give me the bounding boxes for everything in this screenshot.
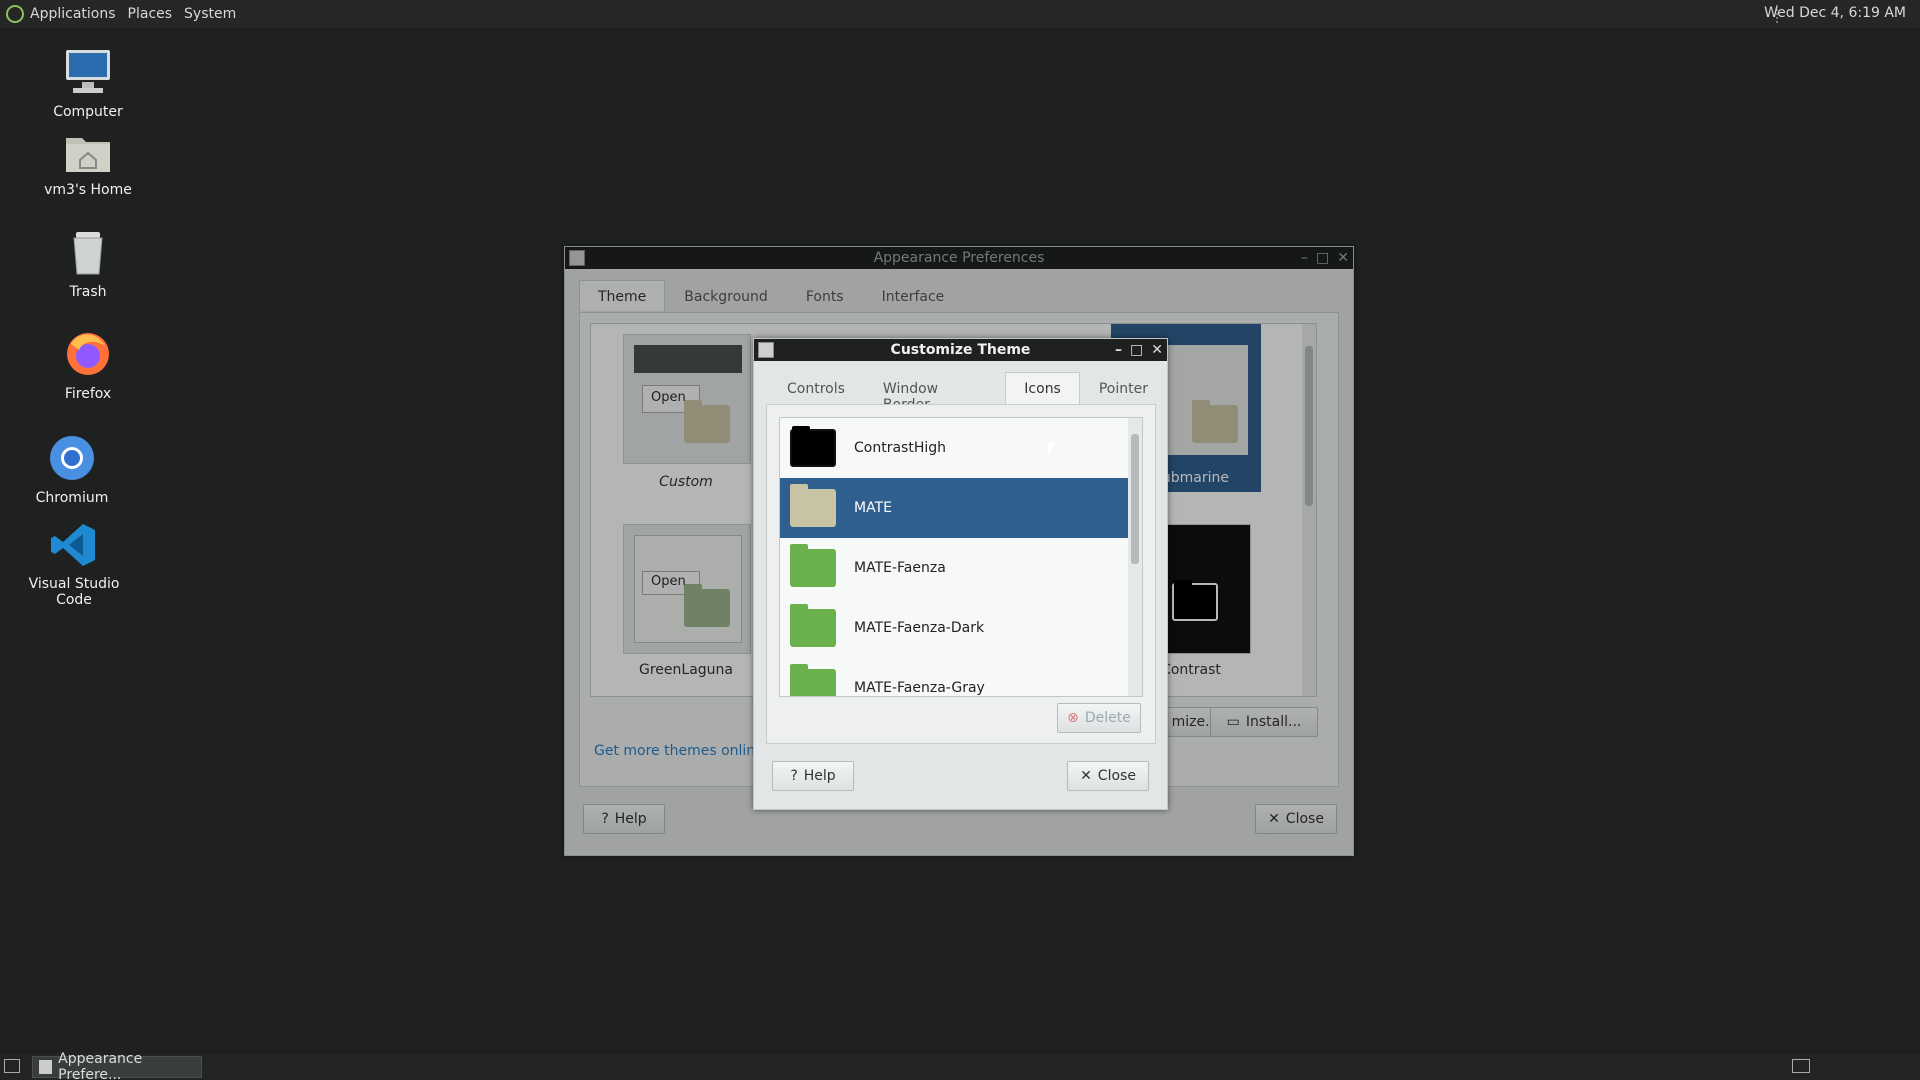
trash-icon: [73, 232, 103, 275]
firefox-icon: [67, 333, 109, 375]
delete-label: Delete: [1084, 710, 1131, 726]
places-menu[interactable]: Places: [122, 6, 179, 22]
icon-theme-list: ContrastHigh MATE MATE-Faenza MATE-Faenz…: [779, 417, 1143, 697]
list-scrollbar[interactable]: [1128, 418, 1142, 696]
mate-menu-icon[interactable]: [6, 5, 24, 23]
desktop-icon-label: Visual Studio Code: [28, 576, 120, 608]
workspace-switcher-icon[interactable]: [1792, 1059, 1810, 1073]
list-item-label: MATE-Faenza-Gray: [854, 680, 985, 696]
get-more-themes-link[interactable]: Get more themes online: [594, 743, 764, 759]
close-icon: ✕: [1080, 768, 1092, 784]
delete-button[interactable]: ⊗ Delete: [1057, 703, 1141, 733]
show-desktop-icon[interactable]: [4, 1059, 20, 1073]
list-item-contrasthigh[interactable]: ContrastHigh: [780, 418, 1142, 478]
theme-thumb-greenlaguna[interactable]: Open: [623, 524, 751, 654]
close-label: Close: [1285, 811, 1324, 827]
applications-menu[interactable]: Applications: [24, 6, 122, 22]
folder-icon: [790, 484, 836, 527]
list-item-mate-faenza[interactable]: MATE-Faenza: [780, 538, 1142, 598]
dialog-title: Customize Theme: [890, 342, 1031, 358]
home-folder-icon: [66, 138, 110, 172]
desktop-icon-trash[interactable]: Trash: [33, 230, 143, 300]
tab-interface[interactable]: Interface: [863, 280, 964, 311]
list-item-mate-faenza-gray[interactable]: MATE-Faenza-Gray: [780, 658, 1142, 696]
close-icon: ✕: [1268, 811, 1280, 827]
dialog-close-button[interactable]: ✕ Close: [1067, 761, 1149, 791]
desktop-icon-label: Computer: [53, 104, 123, 120]
close-button[interactable]: ✕ Close: [1255, 804, 1337, 834]
mouse-pointer: [1048, 442, 1056, 456]
customize-theme-dialog: Customize Theme –□✕ Controls Window Bord…: [753, 338, 1168, 810]
desktop-icon-label: Firefox: [64, 386, 112, 402]
help-label: Help: [614, 811, 647, 827]
close-icon[interactable]: ✕: [1337, 247, 1349, 269]
desktop-icon-chromium[interactable]: Chromium: [17, 434, 127, 506]
dialog-app-icon: [758, 342, 774, 358]
tab-theme[interactable]: Theme: [579, 280, 666, 311]
desktop-icon-home[interactable]: vm3's Home: [33, 130, 143, 198]
folder-icon: [790, 664, 836, 696]
chromium-icon: [50, 436, 94, 480]
list-item-mate[interactable]: MATE: [780, 478, 1142, 538]
install-button[interactable]: ▭ Install...: [1210, 707, 1318, 737]
theme-name-custom: Custom: [659, 474, 713, 490]
folder-icon: [684, 584, 730, 627]
maximize-icon[interactable]: □: [1316, 247, 1329, 269]
close-icon[interactable]: ✕: [1151, 339, 1163, 361]
folder-icon: [790, 604, 836, 647]
desktop-icon-label: Trash: [69, 284, 107, 300]
taskbar-item-label: Appearance Prefere...: [58, 1051, 143, 1080]
list-item-label: MATE: [854, 500, 892, 516]
gallery-scrollbar[interactable]: [1302, 324, 1316, 696]
vscode-icon: [51, 524, 95, 566]
window-titlebar[interactable]: Appearance Preferences – □ ✕: [565, 247, 1353, 269]
system-menu[interactable]: System: [178, 6, 242, 22]
icons-panel: ContrastHigh MATE MATE-Faenza MATE-Faenz…: [766, 404, 1156, 744]
computer-icon: [66, 50, 110, 93]
tab-fonts[interactable]: Fonts: [787, 280, 863, 311]
clock[interactable]: Wed Dec 4, 6:19 AM: [1764, 5, 1906, 21]
minimize-icon[interactable]: –: [1301, 247, 1308, 269]
folder-icon: [1172, 580, 1218, 621]
desktop-icon-label: Chromium: [35, 490, 109, 506]
install-label: Install...: [1245, 714, 1302, 730]
top-panel: Applications Places System Wed Dec 4, 6:…: [0, 0, 1920, 28]
tab-background[interactable]: Background: [665, 280, 787, 311]
help-icon: ?: [790, 768, 798, 784]
theme-thumb-custom[interactable]: Open: [623, 334, 751, 464]
install-icon: ▭: [1226, 714, 1240, 730]
desktop-icon-firefox[interactable]: Firefox: [33, 330, 143, 402]
list-item-label: MATE-Faenza: [854, 560, 946, 576]
list-item-label: ContrastHigh: [854, 440, 946, 456]
desktop-icon-vscode[interactable]: Visual Studio Code: [19, 522, 129, 608]
folder-icon: [684, 400, 730, 443]
dialog-help-button[interactable]: ? Help: [772, 761, 854, 791]
desktop-icon-computer[interactable]: Computer: [33, 48, 143, 120]
taskbar-item-appearance[interactable]: Appearance Prefere...: [32, 1051, 202, 1080]
help-label: Help: [803, 768, 836, 784]
folder-icon: [790, 544, 836, 587]
minimize-icon[interactable]: –: [1115, 339, 1122, 361]
dialog-titlebar[interactable]: Customize Theme – □ ✕: [754, 339, 1167, 361]
folder-icon: [1192, 400, 1238, 443]
appearance-app-icon: [569, 250, 585, 266]
maximize-icon[interactable]: □: [1130, 339, 1143, 361]
desktop-icon-label: vm3's Home: [44, 182, 132, 198]
delete-icon: ⊗: [1067, 710, 1079, 726]
list-item-mate-faenza-dark[interactable]: MATE-Faenza-Dark: [780, 598, 1142, 658]
bottom-panel: Appearance Prefere...: [0, 1051, 1920, 1080]
list-item-label: MATE-Faenza-Dark: [854, 620, 985, 636]
window-title: Appearance Preferences: [873, 250, 1045, 266]
close-label: Close: [1097, 768, 1136, 784]
help-button[interactable]: ? Help: [583, 804, 665, 834]
folder-icon: [790, 426, 836, 467]
appearance-app-icon: [39, 1060, 53, 1074]
theme-name-greenlaguna: GreenLaguna: [639, 662, 733, 678]
help-icon: ?: [601, 811, 609, 827]
